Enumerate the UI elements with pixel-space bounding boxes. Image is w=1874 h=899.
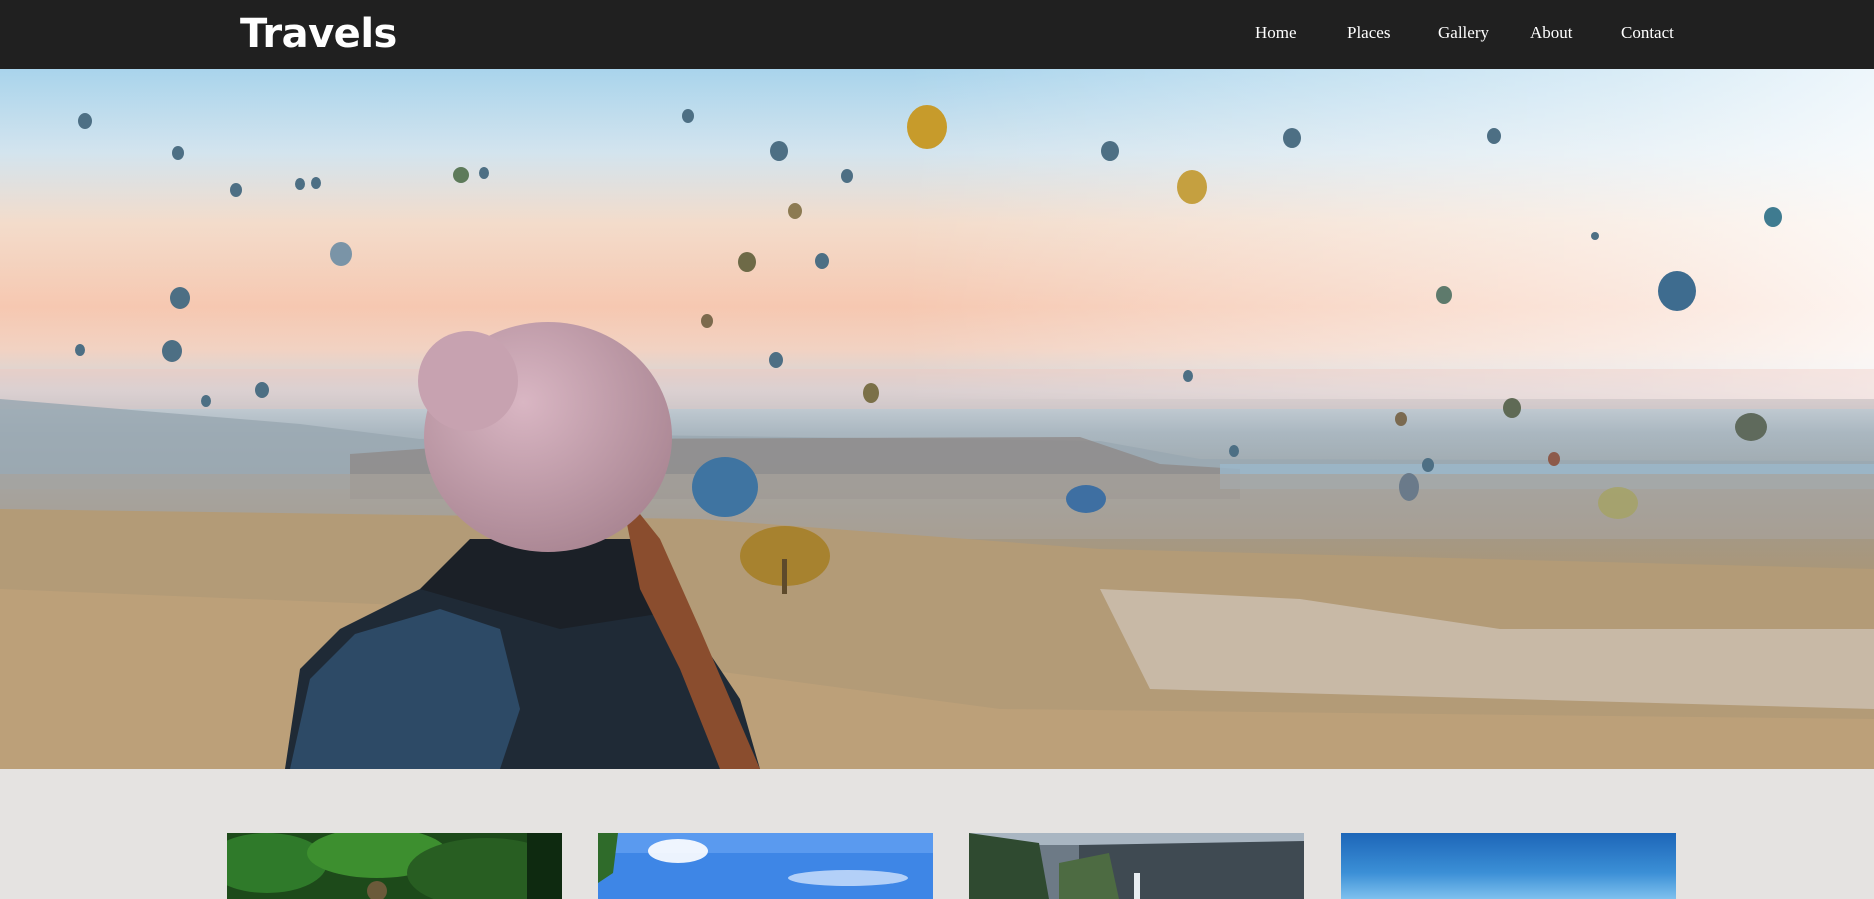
nav-link-home[interactable]: Home — [1255, 22, 1297, 44]
navbar: Travels Home Places Gallery About Contac… — [0, 0, 1874, 69]
nav-link-places[interactable]: Places — [1347, 22, 1390, 44]
hero-photo — [0, 69, 1874, 769]
card-waterfall[interactable] — [969, 833, 1304, 899]
nav-link-gallery[interactable]: Gallery — [1438, 22, 1489, 44]
cards-section — [0, 769, 1874, 899]
card-sky[interactable] — [598, 833, 933, 899]
brand-logo[interactable]: Travels — [240, 10, 397, 58]
jungle-image — [227, 833, 562, 899]
nav-link-contact[interactable]: Contact — [1621, 22, 1674, 44]
sky-image — [598, 833, 933, 899]
waterfall-image — [969, 833, 1304, 899]
card-jungle[interactable] — [227, 833, 562, 899]
hero-image — [0, 69, 1874, 769]
card-ocean[interactable] — [1341, 833, 1676, 899]
nav-link-about[interactable]: About — [1530, 22, 1573, 44]
ocean-image — [1341, 833, 1676, 899]
